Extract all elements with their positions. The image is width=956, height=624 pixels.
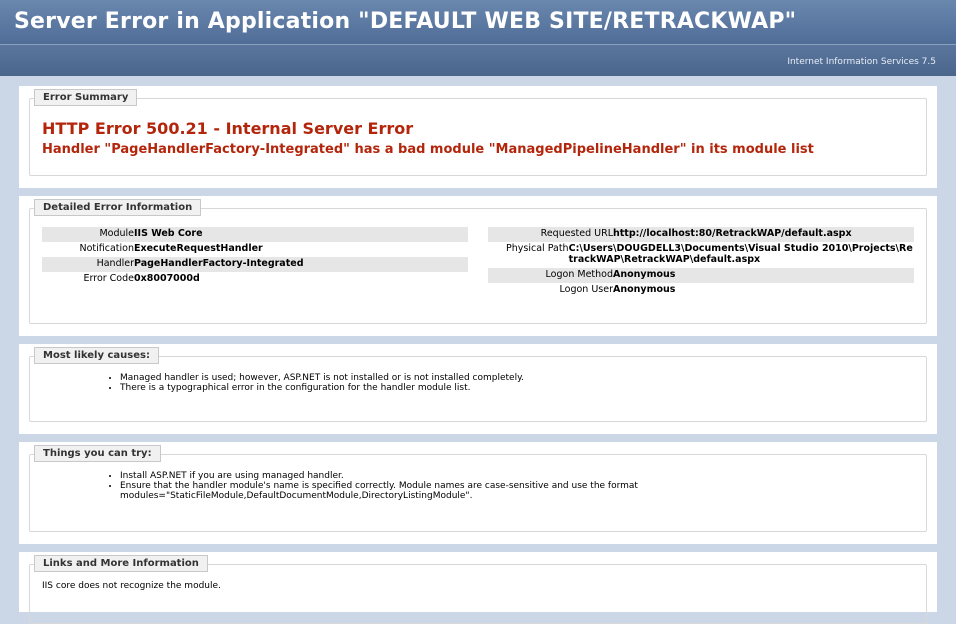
causes-fieldset: Most likely causes: Managed handler is u… (29, 347, 927, 422)
list-item: Install ASP.NET if you are using managed… (120, 471, 714, 481)
links-text: IIS core does not recognize the module. (42, 581, 221, 591)
detail-label: Handler (96, 258, 134, 269)
server-name: Internet Information Services 7.5 (787, 57, 936, 67)
detail-value: ExecuteRequestHandler (134, 243, 263, 254)
causes-panel: Most likely causes: Managed handler is u… (19, 344, 937, 434)
error-summary-legend: Error Summary (34, 89, 138, 106)
server-banner: Internet Information Services 7.5 (0, 44, 956, 76)
detailed-error-panel: Detailed Error Information Module IIS We… (19, 196, 937, 336)
error-summary-panel: Error Summary HTTP Error 500.21 - Intern… (19, 86, 937, 188)
detail-value: Anonymous (613, 284, 676, 295)
links-panel: Links and More Information IIS core does… (19, 552, 937, 624)
detail-label: Logon Method (545, 269, 613, 280)
detail-row-notification: Notification ExecuteRequestHandler (42, 242, 468, 257)
links-fieldset: Links and More Information IIS core does… (29, 555, 927, 624)
detailed-error-fieldset: Detailed Error Information Module IIS We… (29, 199, 927, 324)
error-summary-fieldset: Error Summary HTTP Error 500.21 - Intern… (29, 89, 927, 176)
detail-value: http://localhost:80/RetrackWAP/default.a… (613, 228, 852, 239)
detailed-error-legend: Detailed Error Information (34, 199, 202, 216)
content: Error Summary HTTP Error 500.21 - Intern… (0, 76, 956, 624)
try-panel: Things you can try: Install ASP.NET if y… (19, 442, 937, 544)
list-item: There is a typographical error in the co… (120, 383, 914, 393)
page-header: Server Error in Application "DEFAULT WEB… (0, 0, 956, 44)
detail-row-logon-user: Logon User Anonymous (488, 283, 914, 298)
detail-value: Anonymous (613, 269, 676, 280)
detail-label: Logon User (559, 284, 613, 295)
detail-label: Notification (79, 243, 134, 254)
detail-value: PageHandlerFactory-Integrated (134, 258, 304, 269)
error-title: HTTP Error 500.21 - Internal Server Erro… (42, 119, 414, 138)
details-left-column: Module IIS Web Core Notification Execute… (42, 227, 468, 298)
list-item: Ensure that the handler module's name is… (120, 481, 714, 501)
list-item: Managed handler is used; however, ASP.NE… (120, 373, 914, 383)
detail-value: C:\Users\DOUGDELL3\Documents\Visual Stud… (568, 243, 913, 265)
detail-label: Requested URL (540, 228, 613, 239)
causes-legend: Most likely causes: (34, 347, 159, 364)
detail-label: Physical Path (506, 243, 569, 254)
detail-row-module: Module IIS Web Core (42, 227, 468, 242)
causes-list: Managed handler is used; however, ASP.NE… (42, 373, 914, 393)
error-subtitle: Handler "PageHandlerFactory-Integrated" … (42, 142, 814, 157)
detail-row-handler: Handler PageHandlerFactory-Integrated (42, 257, 468, 272)
try-legend: Things you can try: (34, 445, 161, 462)
detail-row-physical-path: Physical Path C:\Users\DOUGDELL3\Documen… (488, 242, 914, 268)
details-table: Module IIS Web Core Notification Execute… (42, 227, 914, 298)
details-right-column: Requested URL http://localhost:80/Retrac… (488, 227, 914, 298)
links-legend: Links and More Information (34, 555, 208, 572)
try-list: Install ASP.NET if you are using managed… (42, 471, 914, 501)
try-fieldset: Things you can try: Install ASP.NET if y… (29, 445, 927, 532)
detail-label: Error Code (83, 273, 135, 284)
detail-row-error-code: Error Code 0x8007000d (42, 272, 468, 287)
detail-value: 0x8007000d (134, 273, 200, 284)
detail-label: Module (99, 228, 134, 239)
detail-row-logon-method: Logon Method Anonymous (488, 268, 914, 283)
page-title: Server Error in Application "DEFAULT WEB… (14, 9, 797, 34)
detail-value: IIS Web Core (134, 228, 203, 239)
detail-row-requested-url: Requested URL http://localhost:80/Retrac… (488, 227, 914, 242)
